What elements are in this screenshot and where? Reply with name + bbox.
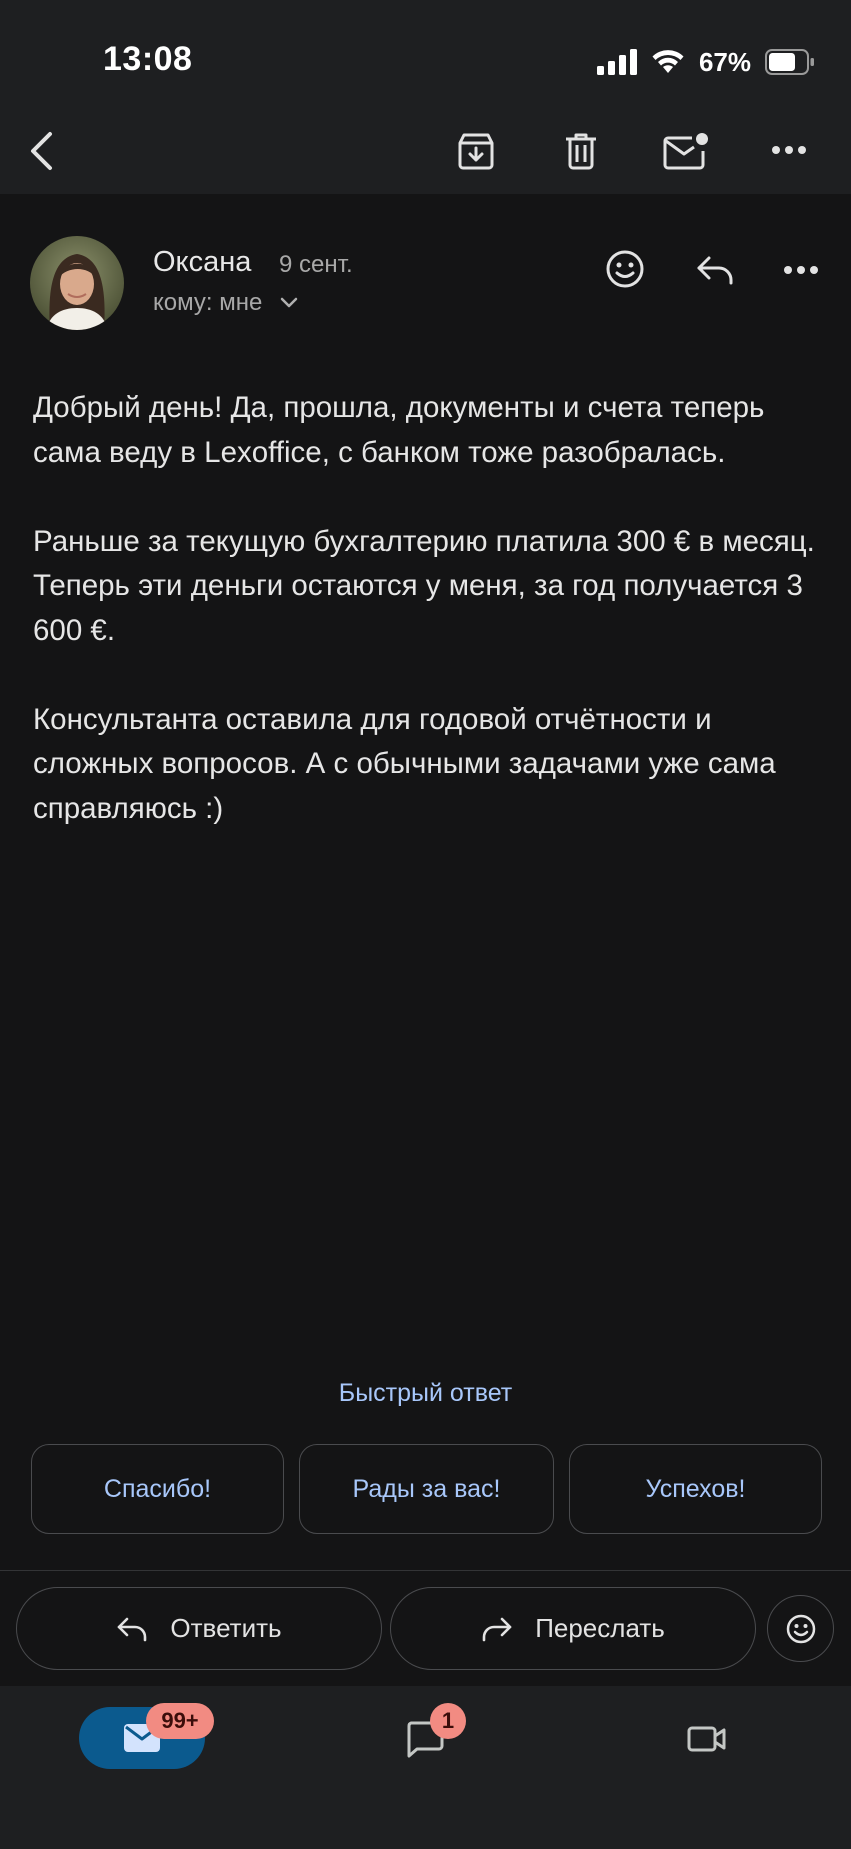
quick-reply-chip[interactable]: Спасибо! <box>31 1444 284 1534</box>
more-horizontal-icon <box>772 146 806 154</box>
more-options-button[interactable] <box>764 130 814 170</box>
top-bar: 13:08 67% <box>0 0 851 194</box>
status-time: 13:08 <box>103 40 193 78</box>
forward-label: Переслать <box>535 1613 665 1643</box>
smiley-icon <box>786 1614 815 1643</box>
forward-action-button[interactable]: Переслать <box>390 1587 756 1670</box>
react-emoji-button[interactable] <box>602 246 648 292</box>
smiley-icon <box>606 250 644 288</box>
reply-icon <box>697 256 733 285</box>
video-camera-icon <box>687 1726 726 1752</box>
nav-meet-tab[interactable] <box>682 1714 732 1764</box>
quick-reply-chip[interactable]: Рады за вас! <box>299 1444 554 1534</box>
trash-icon <box>566 133 596 170</box>
reply-action-button[interactable]: Ответить <box>16 1587 382 1670</box>
recipient-label: кому: мне <box>153 289 263 316</box>
battery-percent: 67% <box>698 46 751 77</box>
status-icons: 67% <box>596 44 815 80</box>
email-body: Добрый день! Да, прошла, документы и сче… <box>33 386 823 876</box>
mail-badge: 99+ <box>146 1703 214 1739</box>
mark-unread-icon <box>663 133 708 170</box>
quick-reply-title: Быстрый ответ <box>338 1379 513 1407</box>
emoji-react-button[interactable] <box>767 1595 834 1662</box>
delete-button[interactable] <box>557 127 605 175</box>
chevron-down-icon <box>281 297 298 308</box>
mark-unread-button[interactable] <box>660 126 712 176</box>
forward-icon <box>482 1617 512 1641</box>
back-button[interactable] <box>18 126 64 176</box>
battery-icon <box>765 49 814 75</box>
back-arrow-icon <box>31 132 52 170</box>
more-horizontal-icon <box>784 266 818 274</box>
chat-badge: 1 <box>430 1703 466 1739</box>
wifi-icon <box>652 50 684 73</box>
reply-button[interactable] <box>692 250 738 290</box>
email-date: 9 сент. <box>279 251 353 278</box>
body-paragraph: Добрый день! Да, прошла, документы и сче… <box>33 391 765 469</box>
quick-reply-chip[interactable]: Успехов! <box>569 1444 822 1534</box>
sender-name: Оксана <box>153 246 252 278</box>
signal-icon <box>596 49 637 75</box>
recipient-toggle[interactable]: кому: мне <box>153 289 298 317</box>
reply-icon <box>118 1617 147 1641</box>
archive-icon <box>458 133 494 170</box>
body-paragraph: Раньше за текущую бухгалтерию платила 30… <box>33 524 815 647</box>
divider <box>0 1570 851 1571</box>
message-more-button[interactable] <box>777 252 825 288</box>
body-paragraph: Консультанта оставила для годовой отчётн… <box>33 702 776 825</box>
avatar[interactable] <box>30 236 124 330</box>
archive-button[interactable] <box>452 127 500 175</box>
bottom-nav: 99+ 1 <box>0 1686 851 1849</box>
reply-label: Ответить <box>170 1613 282 1643</box>
